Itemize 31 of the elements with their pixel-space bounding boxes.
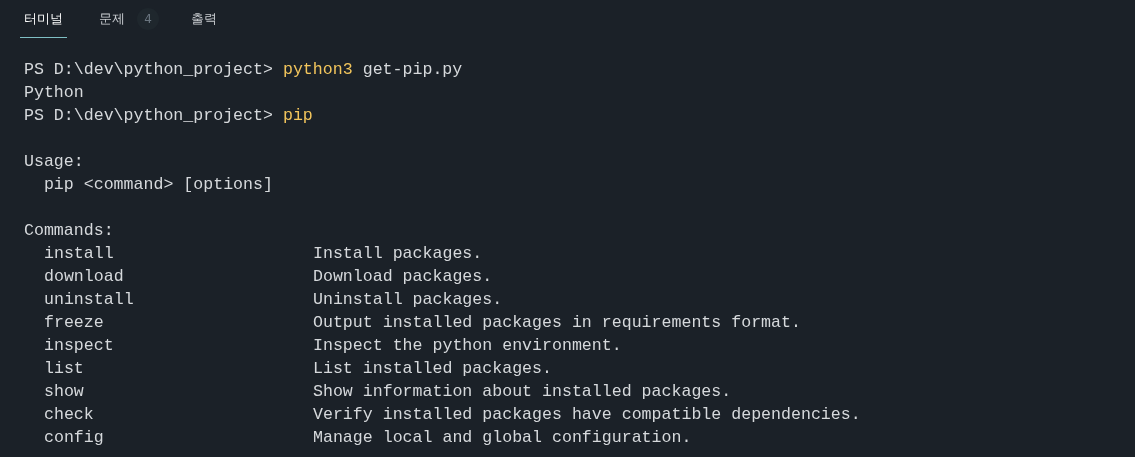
count-badge: 4 [137,8,159,30]
command-name: freeze [43,312,105,334]
command-args: get-pip.py [362,59,463,81]
command-name: download [43,266,125,288]
command-description: List installed packages. [313,358,552,380]
output-text: pip <command> [options] [42,174,273,196]
command-name: install [43,243,115,265]
command-name: config [43,427,105,449]
command-description: Uninstall packages. [313,289,503,311]
panel-tab[interactable]: 문제 [95,0,129,38]
prompt-text: PS D:\dev\python_project> [24,59,273,81]
command-description: Manage local and global configuration. [313,427,692,449]
command-text: python3 [282,59,353,81]
prompt-text: PS D:\dev\python_project> [24,105,273,127]
command-name: show [43,381,85,403]
command-description: Output installed packages in requirements format. [313,312,801,334]
command-description: Install packages. [313,243,483,265]
command-name: list [43,358,85,380]
command-name: check [43,404,95,426]
output-text: Commands: [24,220,114,242]
command-description: Show information about installed packages. [313,381,732,403]
panel-tab[interactable]: 터미널 [20,0,67,38]
output-text: Usage: [24,151,84,173]
output-text: Python [24,82,84,104]
command-description: Download packages. [313,266,493,288]
panel-tab[interactable]: 출력 [187,0,221,38]
command-description: Inspect the python environment. [313,335,622,357]
command-text: pip [282,105,313,127]
command-name: inspect [43,335,115,357]
command-description: Verify installed packages have compatible dependencies. [313,404,861,426]
command-name: uninstall [43,289,135,311]
